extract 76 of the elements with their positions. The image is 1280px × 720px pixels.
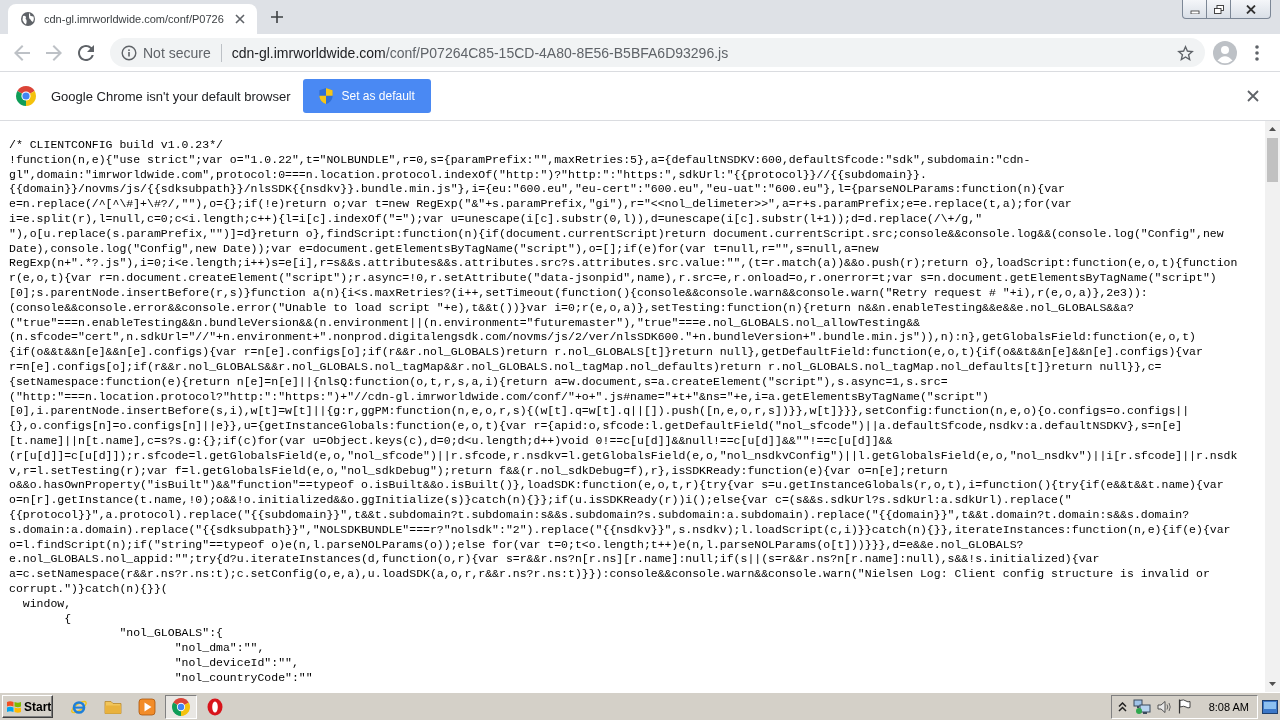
tab-title: cdn-gl.imrworldwide.com/conf/P0726 <box>44 13 224 25</box>
code-line: v,r=l.setTesting(r);var f=l.getGlobalsField(e,o,"nol_sdkDebug");return f&&(r.nol_sdkDebug=f),r},isSDKReady:function(e){var o=n[e];return <box>9 463 948 479</box>
scrollbar-thumb[interactable] <box>1267 138 1278 182</box>
code-line: corrupt.")}catch(n){}}( <box>9 581 168 597</box>
security-label[interactable]: Not secure <box>143 44 211 61</box>
address-bar[interactable]: Not secure cdn-gl.imrworldwide.com/conf/P07264C85-15CD-4A80-8E56-B5BFA6D93296.js <box>110 38 1205 67</box>
code-line: Date),console.log("Config",new Date));var e=document.getElementsByTagName("script"),o=[];if(e)for(var t=null,r="",s=null,a=new <box>9 241 879 257</box>
close-icon <box>234 14 245 24</box>
code-line: !function(n,e){"use strict";var o="1.0.22",t="NOLBUNDLE",r=0,s={paramPrefix:"",maxRetries:5},a={defaultNSDKV:600,defaultSfcode:"sdk",subdomain:"cdn- <box>9 152 1031 168</box>
code-line: a=c.setNamespace(r&&r.ns?r.ns:t);c.setConfig(o,e,a),u.loadSDK(a,o,r,r&&r.ns?r.ns:t)}}):console&&console.warn&&console.warn("Nielsen Log: Client config structure is invalid or <box>9 567 1210 582</box>
browser-logo-icon <box>16 86 36 106</box>
code-line: { <box>63 611 72 627</box>
url-text: cdn-gl.imrworldwide.com/conf/P07264C85-15CD-4A80-8E56-B5BFA6D93296.js <box>231 44 729 61</box>
code-line: (n.sfcode="cert",n.sdkUrl="//"+n.environment+".nonprod.digitalengsdk.com/novms/js/2/ver/nlsSDK600."+n.bundleVersion+".bundle.min.js")),n):n},getGlobalsField:function(e,o,t) <box>9 330 1196 346</box>
code-line: "nol_countryCode":"" <box>173 670 313 686</box>
code-line: "nol_GLOBALS":{ <box>118 626 223 642</box>
shield-icon <box>319 88 334 104</box>
code-line: [t.name]||n[t.name],c=s?s.g:{};if(c)for(var u=Object.keys(c),d=0;d<u.length;d++)void 0!==c[u[d]]&&null!==c[u[d]]&&""!==c[u[d]]&& <box>9 433 893 449</box>
scrollbar[interactable] <box>1265 121 1280 692</box>
clock[interactable]: 8:08 AM <box>1208 700 1249 713</box>
code-line: (console&&console.error&&console.error("Unable to load script "+e),t&&t())}var i=0;r(e,o,a)},setTesting:function(n){return n&&n.enableTesting&&e&&e.nol_GLOBALS&&a? <box>9 300 1134 316</box>
info-icon[interactable] <box>121 44 137 61</box>
network-icon[interactable] <box>1132 698 1151 715</box>
globe-icon <box>20 11 36 27</box>
code-line: r(e,o,t){var r=n.document.createElement("script");r.async=!0,r.setAttribute("data-jsonpid",name),r.src=e,r.onload=o,r.onerror=t;var s=n.document.getElementsByTagName("script") <box>9 271 1217 286</box>
code-line: o=n[r].getInstance(t.name,!0);o&&!o.initialized&&o.ggInitialize(s)}catch(n){}};if(u.isSDKReady(r))i();else{var c=(s&&s.sdkUrl?s.sdkUrl:a.sdkUrl).replace(" <box>9 493 1072 508</box>
infobar-message: Google Chrome isn't your default browser <box>51 88 291 104</box>
forward-arrow-icon <box>46 44 62 61</box>
code-line: {{protocol}}",a.protocol).replace("{{subdomain}}",t&&t.subdomain?t.subdomain:s&&s.subdomain?s.subdomain:a.subdomain).replace("{{domain}}",t&&t.domain?t.domain:s&&s.domain? <box>9 507 1190 523</box>
chevron-up-icon[interactable] <box>1117 701 1127 712</box>
code-line: "),o[u.replace(s.paramPrefix,"")]=d}return o},findScript:function(n){if(document.currentScript)return document.currentScript.src;console&&console.log&&(console.log("Config",new <box>9 226 1224 242</box>
browser-tab[interactable]: cdn-gl.imrworldwide.com/conf/P0726 <box>8 4 257 34</box>
back-arrow-icon <box>14 44 30 61</box>
code-line: [0];s.parentNode.insertBefore(r,s)}function a(n){i<s.maxRetries?(i++,setTimeout(function(){console&&console.warn&&console.warn("Retry request # "+i),r(e,o,a)},2e3)): <box>9 285 1148 301</box>
taskbar-app-button[interactable] <box>165 694 197 719</box>
code-line: "nol_dma":"", <box>173 641 265 656</box>
code-line: e=n.replace(/^[^\#]+\#?/,""),o={};if(!e)return o;var t=new RegExp("&"+s.paramPrefix,"gi"),r="<<nol_delimeter>>",a=r+s.paramPrefix;e=e.replace(t,a);for(var <box>9 197 1072 212</box>
close-button[interactable] <box>1231 0 1271 19</box>
code-line: ("http:"===n.location.protocol?"http:":"https:")+"//cdn-gl.imrworldwide.com/conf/"+o+".js#name="+t+"&ns="+e,i=a.getElementsByTagName("script") <box>9 389 989 405</box>
code-line: window, <box>21 596 72 612</box>
code-line: [0],i.parentNode.insertBefore(s,i),w[t]=w[t]||{g:r,ggPM:function(n,e,o,r,s){(w[t].q=w[t].q||[]).push([n,e,o,r,s])}},w[t]}}},setConfig:function(n,e,o){o.configs=o.configs|| <box>9 404 1190 420</box>
start-button[interactable]: Start <box>2 695 53 718</box>
star-icon[interactable] <box>1177 44 1194 61</box>
code-line: gl",domain:"imrworldwide.com",protocol:0===n.location.protocol.indexOf("http:")?"http:":"https:",sdkUrl:"{{protocol}}//{{subdomain}}. <box>9 167 927 183</box>
desktop-icon[interactable] <box>1262 699 1278 714</box>
code-line: o=l.findScript(n);if("string"==typeof o)e(n,l.parseNOLParams(o));else for(var t=0;t<o.length;t++)e(n,l.parseNOLParams(o[t]))}}},d=e&&e.nol_GLOBALS? <box>9 537 1024 553</box>
browser-logo-icon <box>172 697 190 716</box>
code-line: {},o.configs[n]=o.configs[n]||e}},u={getInstanceGlobals:function(e,o,t){var r={apid:o,sfcode:l.getDefaultField("nol_sfcode")||a.defaultSfcode,nsdkv:a.defaultNSDKV},s=n[e] <box>9 419 1183 434</box>
ring-logo-icon <box>206 697 224 716</box>
scroll-down-icon[interactable] <box>1269 682 1276 686</box>
code-line: ("true"===n.enableTesting&&n.bundleVersion&&(n.environment||(n.environment="futuremaster"),"true"===e.nol_GLOBALS.nol_allowTesting&& <box>9 315 920 331</box>
code-line: RegExp(n+".*?.js"),i=0;i<e.length;i++)s=e[i],r=s&&s.attributes&&s.attributes.src?s.attributes.src.value:"",(t=r.match(a))&&o.push(r);return o},loadScript:function(e,o,t){function <box>9 256 1238 272</box>
code-line: (r[u[d]]=c[u[d]]);r.sfcode=l.getGlobalsField(e,o,"nol_sfcode")||r.sfcode,r.nsdkv=l.getGlobalsField(e,o,"nol_nsdkvConfig")||l.getGlobalsField(e,o,"nol_nsdkv")||i[r.sfcode]||r.nsdk <box>9 448 1238 464</box>
close-icon <box>1245 4 1256 14</box>
code-line: "nol_deviceId":"", <box>173 655 299 671</box>
menu-icon <box>1255 44 1259 61</box>
code-line: {setNamespace:function(e){return n[e]=n[e]||{nlsQ:function(o,t,r,s,a,i){return a=w.document,s=a.createElement("script"),s.async=1,s.src= <box>9 374 948 390</box>
code-line: /* CLIENTCONFIG build v1.0.23*/ <box>9 138 223 153</box>
play-icon <box>138 697 156 716</box>
code-line: r=n[e].configs[o];if(r&&r.nol_GLOBALS&&r.nol_GLOBALS.nol_tagMap&&r.nol_GLOBALS.nol_tagMap.nol_defaults)return r.nol_GLOBALS.nol_tagMap.nol_defaults[t]}return null}},c= <box>9 359 1162 375</box>
restore-button[interactable] <box>1207 0 1231 19</box>
close-icon <box>1247 90 1259 102</box>
code-line: i=e.split(r),l=null,c=0;c<i.length;c++){l=i[c].indexOf("=");var u=unescape(i[c].substr(0,l)),d=unescape(i[c].substr(l+1));d=d.replace(/\+/g," <box>9 212 983 227</box>
flag-icon[interactable] <box>1177 699 1191 714</box>
code-line: o&&o.hasOwnProperty("isBuilt")&&"function"==typeof o.isBuilt&&o.isBuilt()},loadSDK:function(e,o,t,r){try{var s=u.getInstanceGlobals(r,o,t),i=function(){try{if(e&&t&&t.name){var <box>9 478 1224 494</box>
code-line: {if(o&&t&&n[e]&&n[e].configs){var r=n[e].configs[o];if(r&&r.nol_GLOBALS)return r.nol_GLOBALS[t]}return null},getDefaultField:function(e,o,t){if(o&&t&&n[e]&&n[e].configs){var <box>9 345 1203 360</box>
restore-icon <box>1213 4 1224 14</box>
reload-icon <box>78 44 94 61</box>
code-line: e.nol_GLOBALS.nol_appid:"";try{d?u.iterateInstances(d,function(o,r){var s=r&&r.ns?n[r.ns][r.name]:null;if(s||(s=r&&r.ns?n[r.name]:null),s&&!s.initialized){var <box>9 552 1100 568</box>
scroll-up-icon[interactable] <box>1269 127 1276 131</box>
flag-logo-icon <box>6 698 22 715</box>
speaker-icon[interactable] <box>1156 699 1172 714</box>
code-line: s.domain:a.domain).replace("{{sdksubpath}}","NOLSDKBUNDLE"===r?"nolsdk":"2").replace("{{nsdkv}}",s.nsdkv);l.loadScript(c,i)}}catch(n){}},iterateInstances:function(n,e){if(e){var <box>9 522 1231 538</box>
code-line: {{domain}}/novms/js/{{sdksubpath}}/nlsSDK{{nsdkv}}.bundle.min.js"},i={eu:"600.eu","eu-cert":"600.eu","eu-uat":"600.eu"},l={parseNOLParams:function(n){var <box>9 182 1065 198</box>
plus-icon <box>270 11 283 23</box>
avatar-icon <box>1213 40 1237 65</box>
